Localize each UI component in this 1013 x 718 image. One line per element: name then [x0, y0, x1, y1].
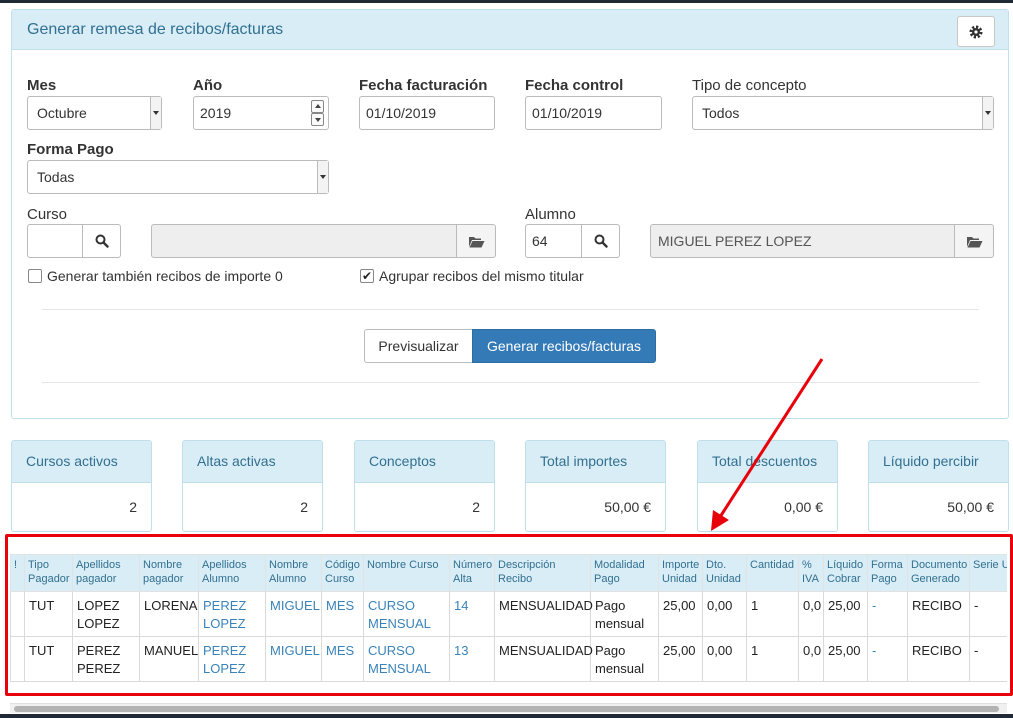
annotation-arrow	[711, 358, 824, 531]
